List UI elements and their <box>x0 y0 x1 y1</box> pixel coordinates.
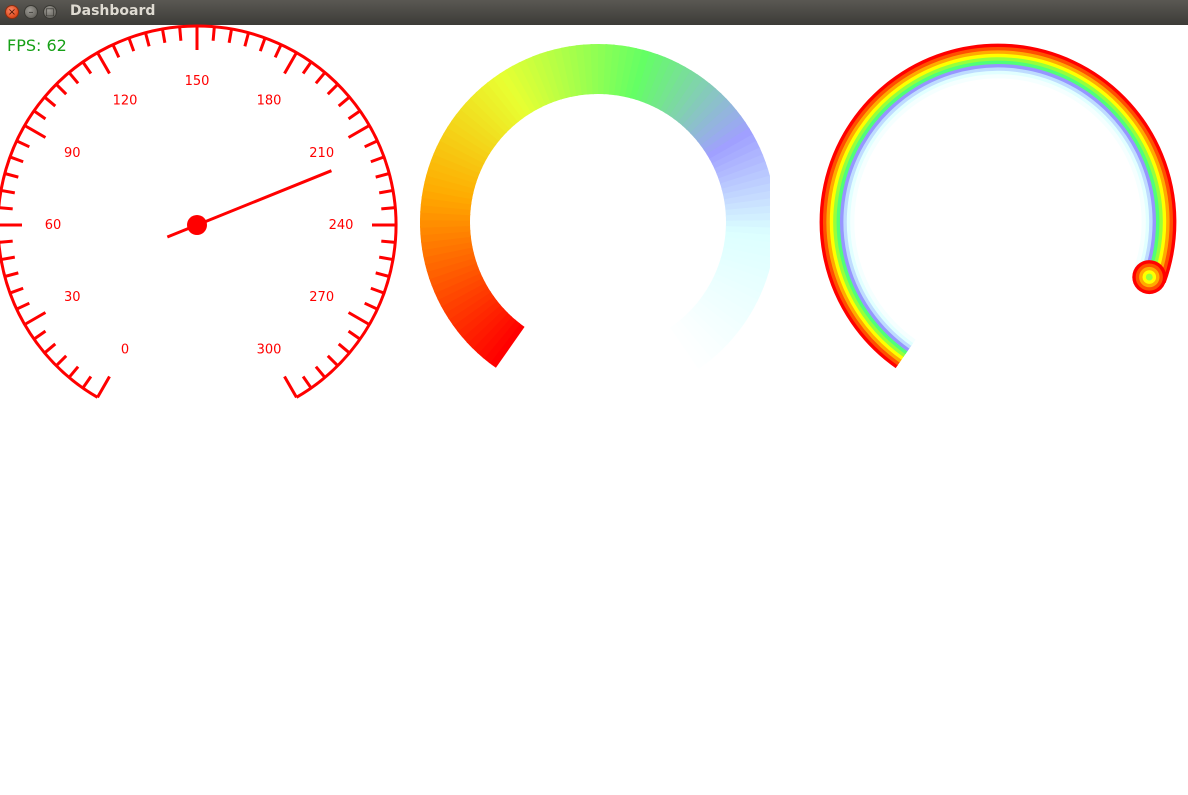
minor-tick <box>375 172 390 179</box>
minor-tick <box>381 239 396 244</box>
minor-tick <box>378 255 394 262</box>
rainbow-band <box>846 70 1150 346</box>
minor-tick <box>258 37 267 52</box>
minor-tick <box>0 239 13 244</box>
minor-tick <box>43 95 57 108</box>
tick-label: 270 <box>309 290 334 305</box>
tick-label: 30 <box>64 290 81 305</box>
minor-tick <box>127 37 136 52</box>
minor-tick <box>55 83 68 96</box>
minor-tick <box>111 44 121 58</box>
minor-tick <box>347 329 361 341</box>
minor-tick <box>314 365 327 379</box>
minor-tick <box>301 375 313 389</box>
minor-tick <box>227 28 234 44</box>
tick-label: 90 <box>64 146 81 161</box>
rainbow-band <box>850 74 1146 344</box>
dashboard-canvas: 0 30 60 90 120 150 180 210 240 270 300 <box>0 24 1177 399</box>
fps-counter: FPS: 62 <box>7 36 67 55</box>
minor-tick <box>43 342 57 355</box>
gradient-arc-gauge <box>420 43 770 369</box>
minor-tick <box>314 71 327 85</box>
minor-tick <box>273 44 283 58</box>
minor-tick <box>337 95 351 108</box>
minor-tick <box>4 172 19 179</box>
minor-tick <box>144 32 151 47</box>
major-tick <box>347 311 371 326</box>
minor-tick <box>370 155 385 164</box>
minor-tick <box>67 365 80 379</box>
tick-label: 240 <box>329 218 354 233</box>
minor-tick <box>0 188 16 195</box>
minor-tick <box>178 26 183 41</box>
minor-tick <box>81 61 93 75</box>
tick-label: 300 <box>257 343 282 358</box>
rainbow-end-cap <box>1145 273 1153 281</box>
minor-tick <box>33 109 47 121</box>
minor-tick <box>326 83 339 96</box>
minor-tick <box>67 71 80 85</box>
major-tick <box>96 375 111 399</box>
minor-tick <box>301 61 313 75</box>
minor-tick <box>33 329 47 341</box>
rainbow-band <box>843 67 1153 349</box>
major-tick <box>347 124 371 139</box>
minor-tick <box>0 206 13 211</box>
minor-tick <box>55 354 68 367</box>
minor-tick <box>337 342 351 355</box>
minor-tick <box>211 26 216 41</box>
tick-label: 180 <box>257 93 282 108</box>
minor-tick <box>347 109 361 121</box>
minor-tick <box>381 206 396 211</box>
minor-tick <box>81 375 93 389</box>
needle-hub <box>187 215 207 235</box>
minor-tick <box>326 354 339 367</box>
minor-tick <box>160 28 167 44</box>
minor-tick <box>378 188 394 195</box>
tick-label: 0 <box>121 343 129 358</box>
tick-label: 120 <box>113 93 138 108</box>
minor-tick <box>243 32 250 47</box>
rainbow-band <box>840 64 1156 352</box>
major-tick <box>283 51 298 75</box>
tick-label: 150 <box>185 74 210 89</box>
rainbow-band <box>836 60 1160 355</box>
minor-tick <box>9 286 24 295</box>
tick-label: 60 <box>45 218 62 233</box>
minor-tick <box>9 155 24 164</box>
major-tick <box>23 311 47 326</box>
rainbow-arc-gauge <box>819 43 1177 369</box>
minor-tick <box>4 271 19 278</box>
minor-tick <box>0 255 16 262</box>
major-tick <box>283 375 298 399</box>
minor-tick <box>375 271 390 278</box>
tick-label: 210 <box>309 146 334 161</box>
minor-tick <box>16 301 30 311</box>
major-tick <box>23 124 47 139</box>
major-tick <box>96 51 111 75</box>
minor-tick <box>364 139 378 149</box>
minor-tick <box>370 286 385 295</box>
speedometer-gauge: 0 30 60 90 120 150 180 210 240 270 300 <box>0 24 398 399</box>
minor-tick <box>364 301 378 311</box>
minor-tick <box>16 139 30 149</box>
